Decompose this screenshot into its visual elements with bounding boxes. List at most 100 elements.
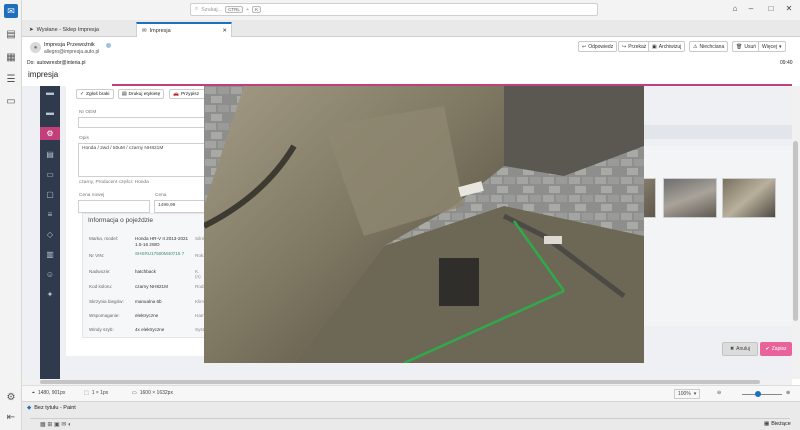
tag-icon[interactable]: ◇ [45,230,55,240]
mail-icon: ✉ [142,27,147,34]
parts-icon[interactable]: ⚙ [40,127,60,140]
paint-window-title[interactable]: ◆ Bez tytułu - Paint [27,405,76,411]
vin-link[interactable]: SHSRU17500M40715 7 [135,251,193,257]
list-icon[interactable]: ≡ [45,210,55,220]
maximize-icon[interactable]: □ [766,4,776,14]
scroll-thumb[interactable] [793,141,798,321]
delete-button[interactable]: 🗑 Usuń [732,41,761,52]
car-parts-icon[interactable]: ▬ [45,108,55,118]
close-icon: ✖ [729,346,735,352]
message-body: ▬ ▬ ⚙ ▤ ▭ ▢ ≡ ◇ ▥ ☺ ✦ ✓ Zgłoś braki ▤ Druk… [22,86,792,379]
shortcut-key-ctrl: CTRL [225,6,243,13]
zoom-select[interactable]: 100% ▾ [674,389,701,399]
image-icon: ▭ [132,390,137,396]
settings-icon[interactable]: ✦ [45,290,55,300]
image-size-value: 1600 × 1632px [139,390,173,396]
recipient-row: Do: autowrexbr@interia.pl [27,60,86,66]
zoom-slider[interactable] [742,394,782,395]
taskbar-icons: ▦ ⊞ ▣ ✉ ◐ [40,422,72,428]
tab-label: Impresja [149,27,171,34]
close-icon[interactable]: ✕ [784,4,794,14]
scroll-thumb[interactable] [40,380,760,384]
spec-key: Nr VIN: [89,253,105,258]
oem-input[interactable] [78,117,206,128]
selection-size-value: 1 × 1px [91,390,109,396]
settings-gear-icon[interactable]: ⚙ [4,390,18,404]
forward-button[interactable]: ↪ Przekaż [618,41,651,52]
grid-icon: ▦ [764,421,770,427]
tab-impresja[interactable]: ✉ Impresja ✕ [136,22,232,37]
check-icon: ✔ [765,346,770,352]
price-new-input[interactable] [78,200,150,213]
forward-label: Przekaż [628,43,647,50]
cursor-position: ⌖ 1480, 901px [32,390,65,396]
mail-icon[interactable]: ▤ [4,27,18,41]
tray-current-label: Bieżące [771,421,791,427]
more-label: Więcej [762,43,778,50]
more-button[interactable]: Więcej ▾ [758,41,786,52]
minimize-icon[interactable]: – [746,4,756,14]
car-icon[interactable]: ▬ [45,88,55,98]
spec-value: elektryczne [135,313,159,318]
tray-current[interactable]: ▦ Bieżące [764,421,791,427]
photo-viewer[interactable] [204,86,644,363]
selection-icon: ⬚ [84,390,89,396]
tab-close-icon[interactable]: ✕ [222,28,227,34]
paint-status-bar: ⌖ 1480, 901px ⬚ 1 × 1px ▭ 1600 × 1632px 100… [22,385,800,401]
cancel-button[interactable]: ✖ Anuluj [722,342,758,356]
search-input[interactable]: ⌕ Szukaj... CTRL + K [190,3,598,16]
assign-button[interactable]: 🚗 Przypisz [169,89,209,99]
description-hint: czarny, Producent części: Honda [79,180,149,185]
description-label: Opis [79,136,89,141]
thumbnail[interactable] [663,178,717,218]
zoom-value: 100% [678,391,691,397]
cursor-position-value: 1480, 901px [37,390,66,396]
search-icon: ⌕ [195,6,199,12]
report-missing-button[interactable]: ✓ Zgłoś braki [76,89,114,99]
check-icon: ✓ [80,91,85,97]
shortcut-key-k: K [252,6,262,13]
junk-button[interactable]: ⚠ Niechciana [689,41,729,52]
car-icon: 🚗 [173,91,179,97]
calendar-icon[interactable]: ▦ [4,50,18,64]
zoom-out-icon[interactable]: ⊖ [717,390,721,396]
panel-body [644,146,792,326]
description-textarea[interactable]: Honda / 2wd / 50uM / czarny NH821M [78,143,206,177]
cancel-label: Anuluj [736,346,751,352]
reply-label: Odpowiedz [588,43,614,50]
spec-value: Honda HR-V II 2013-2021 1.5-16 2WD [135,236,189,247]
panel-header [644,125,792,139]
reply-button[interactable]: ↩ Odpowiedz [578,41,618,52]
archive-label: Archiwizuj [658,43,682,50]
save-button[interactable]: ✔ Zapisz [760,342,792,356]
spec-key: Nadwozie: [89,269,111,274]
contacts-icon[interactable]: ☰ [4,72,18,86]
trash-icon: 🗑 [736,43,743,50]
chat-icon[interactable]: ▭ [4,94,18,108]
print-label-button[interactable]: ▤ Drukuj etykietę [118,89,165,99]
collapse-icon[interactable]: ⇤ [4,410,18,424]
vertical-scrollbar[interactable] [792,86,800,379]
recipient-email[interactable]: autowrexbr@interia.pl [37,60,86,66]
tab-bar: ➤ Wysłane - Sklep Impresja ✉ Impresja ✕ [22,20,800,37]
notifications-icon[interactable]: ⌂ [730,4,740,14]
vehicle-info-title: Informacja o pojeździe [88,217,154,224]
zoom-slider-knob[interactable] [755,391,761,397]
tab-sent[interactable]: ➤ Wysłane - Sklep Impresja [24,22,124,37]
junk-label: Niechciana [699,43,725,50]
mail-app-icon[interactable]: ✉ [4,4,18,18]
chart-icon[interactable]: ▥ [45,250,55,260]
price-new-label: Cena nowej [79,193,105,198]
truck-icon[interactable]: ▭ [45,170,55,180]
send-icon: ➤ [29,26,34,33]
users-icon[interactable]: ☺ [45,270,55,280]
printer-icon[interactable]: ▤ [45,150,55,160]
spec-value: hatchback [135,269,156,274]
forward-icon: ↪ [622,43,627,50]
price-input[interactable]: 1499,99 [154,200,206,213]
archive-button[interactable]: ▣ Archiwizuj [648,41,686,52]
spec-key: Wspomaganie: [89,313,120,318]
box-icon[interactable]: ▢ [45,190,55,200]
zoom-in-icon[interactable]: ⊕ [786,390,790,396]
thumbnail[interactable] [722,178,776,218]
